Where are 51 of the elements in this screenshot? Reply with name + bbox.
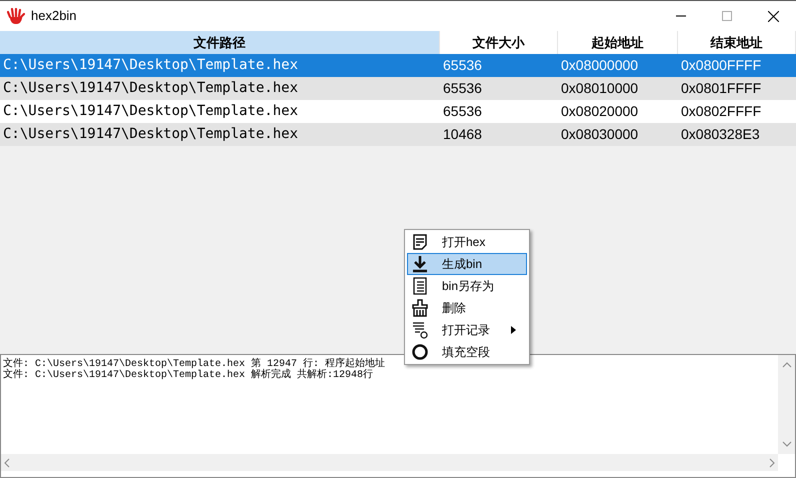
scroll-down-icon <box>782 440 792 448</box>
table-cell-text: C:\Users\19147\Desktop\Template.hex <box>2 125 300 144</box>
menu-item[interactable]: 填充空段 <box>407 341 527 363</box>
table-row[interactable]: C:\Users\19147\Desktop\Template.hex 65536 0x08010000 0x0801FFFF <box>0 77 796 100</box>
table-cell-text: 65536 <box>442 56 483 75</box>
document-lines-icon <box>411 277 429 295</box>
menu-item-label: 填充空段 <box>442 344 490 361</box>
download-icon <box>411 255 429 273</box>
menu-item[interactable]: 打开hex <box>407 231 527 253</box>
menu-item[interactable]: 删除 <box>407 297 527 319</box>
hand-icon <box>7 8 25 24</box>
table-cell-text: 0x08030000 <box>560 125 640 144</box>
log-line: 文件: C:\Users\19147\Desktop\Template.hex 解析完成 共解析:12948行 <box>3 370 374 381</box>
scroll-up-icon <box>782 361 792 369</box>
table-row[interactable]: C:\Users\19147\Desktop\Template.hex 65536 0x08020000 0x0802FFFF <box>0 100 796 123</box>
log-line: 文件: C:\Users\19147\Desktop\Template.hex 第 12947 行: 程序起始地址 <box>3 359 386 370</box>
menu-item-label: 生成bin <box>442 256 482 273</box>
table-cell-text: 0x08010000 <box>560 79 640 98</box>
table-cell-text: 0x08020000 <box>560 102 640 121</box>
menu-item[interactable]: 生成bin <box>407 253 527 275</box>
scroll-left-icon <box>3 458 11 468</box>
menu-item-label: 打开记录 <box>442 322 490 339</box>
scroll-right-icon <box>768 458 776 468</box>
menu-item[interactable]: 打开记录 <box>407 319 527 341</box>
menu-item-label: 打开hex <box>442 234 486 251</box>
vertical-scrollbar[interactable] <box>778 355 795 454</box>
table-cell-text: C:\Users\19147\Desktop\Template.hex <box>2 102 300 121</box>
column-header[interactable]: 文件路径 <box>0 31 440 54</box>
table-cell-text: 65536 <box>442 79 483 98</box>
table-cell-text: 0x0800FFFF <box>680 56 762 75</box>
circle-icon <box>411 343 429 361</box>
menu-item-label: bin另存为 <box>442 278 494 295</box>
table-cell-text: 0x0801FFFF <box>680 79 762 98</box>
table-cell-text: 0x08000000 <box>560 56 640 75</box>
table-cell-text: 0x080328E3 <box>680 125 761 144</box>
maximize-icon <box>722 11 732 21</box>
horizontal-scrollbar[interactable] <box>1 454 778 471</box>
table-cell-text: C:\Users\19147\Desktop\Template.hex <box>2 79 300 98</box>
table-row[interactable]: C:\Users\19147\Desktop\Template.hex 10468 0x08030000 0x080328E3 <box>0 123 796 146</box>
table-row[interactable]: C:\Users\19147\Desktop\Template.hex 65536 0x08000000 0x0800FFFF <box>0 54 796 77</box>
note-icon <box>411 233 429 251</box>
window-title: hex2bin <box>31 7 77 26</box>
brush-icon <box>411 299 429 317</box>
table-cell-text: 65536 <box>442 102 483 121</box>
table-cell-text: C:\Users\19147\Desktop\Template.hex <box>2 56 300 75</box>
menu-item[interactable]: bin另存为 <box>407 275 527 297</box>
menu-item-label: 删除 <box>442 300 466 317</box>
table-cell-text: 0x0802FFFF <box>680 102 762 121</box>
table-cell-text: 10468 <box>442 125 483 144</box>
close-icon <box>768 10 778 22</box>
list-clock-icon <box>411 321 429 339</box>
